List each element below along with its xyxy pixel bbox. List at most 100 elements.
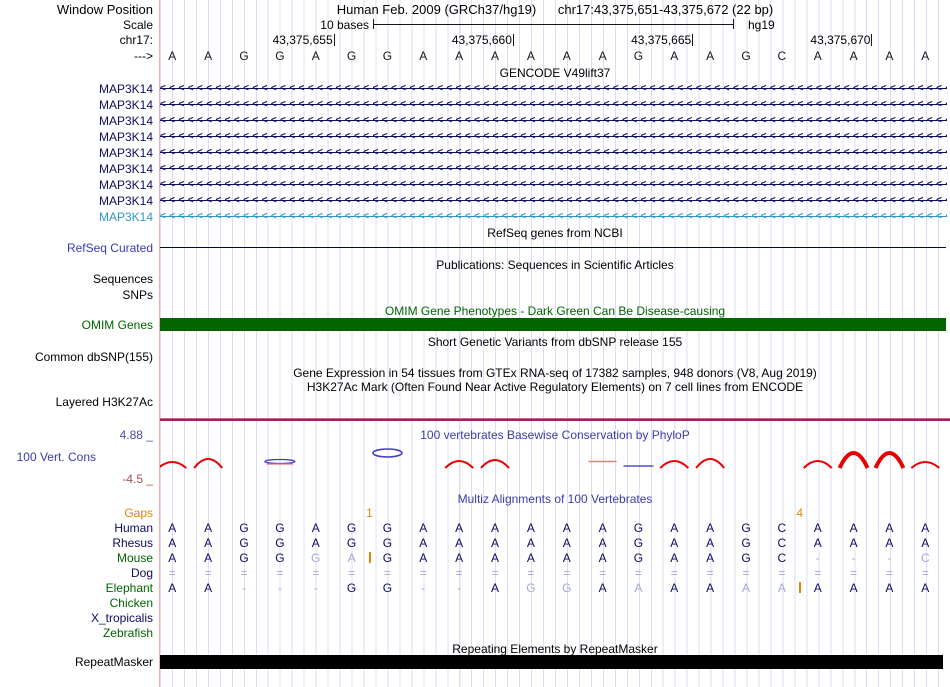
base-letter: A — [849, 49, 858, 63]
transcript-map3k14[interactable]: <<<<<<<<<<<<<<<<<<<<<<<<<<<<<<<<<<<<<<<<… — [160, 82, 947, 95]
transcript-map3k14[interactable]: <<<<<<<<<<<<<<<<<<<<<<<<<<<<<<<<<<<<<<<<… — [160, 130, 947, 143]
transcript-row: MAP3K14 <<<<<<<<<<<<<<<<<<<<<<<<<<<<<<<<<… — [0, 98, 950, 112]
aligned-base: A — [598, 581, 607, 595]
transcript-label[interactable]: MAP3K14 — [0, 130, 153, 144]
base-letter: G — [382, 49, 393, 63]
layered-h3k27ac-label[interactable]: Layered H3K27Ac — [0, 395, 153, 409]
dbsnp-title: Short Genetic Variants from dbSNP releas… — [427, 335, 683, 349]
coordinate-tick — [333, 34, 335, 46]
gaps-label[interactable]: Gaps — [0, 506, 153, 520]
species-label[interactable]: Chicken — [0, 596, 153, 610]
transcript-label[interactable]: MAP3K14 — [0, 82, 153, 96]
omim-gene-bar[interactable] — [160, 318, 946, 331]
transcript-label[interactable]: MAP3K14 — [0, 194, 153, 208]
strand-direction-label: ---> — [134, 49, 153, 63]
transcript-map3k14[interactable]: <<<<<<<<<<<<<<<<<<<<<<<<<<<<<<<<<<<<<<<<… — [160, 114, 947, 127]
gtex-title: Gene Expression in 54 tissues from GTEx … — [293, 366, 817, 380]
alignment-row-human[interactable]: Human A A G G A G G A A A A A A G A A G C A A A A — [0, 521, 950, 535]
alignment-row-elephant[interactable]: Elephant A A - - - G G - - A G G A A A A A A A A A A — [0, 581, 950, 595]
transcript-label[interactable]: MAP3K14 — [0, 98, 153, 112]
common-dbsnp-label[interactable]: Common dbSNP(155) — [0, 350, 153, 364]
base-letter: A — [419, 49, 428, 63]
transcript-row: MAP3K14 <<<<<<<<<<<<<<<<<<<<<<<<<<<<<<<<<… — [0, 130, 950, 144]
aligned-base: A — [419, 521, 428, 535]
aligned-base: - — [887, 551, 892, 565]
transcript-map3k14[interactable]: <<<<<<<<<<<<<<<<<<<<<<<<<<<<<<<<<<<<<<<<… — [160, 178, 947, 191]
aligned-base: G — [741, 536, 751, 550]
sequences-label[interactable]: Sequences — [0, 272, 153, 286]
aligned-base: G — [633, 521, 644, 535]
vert-cons-label[interactable]: 100 Vert. Cons — [0, 450, 96, 464]
dna-sequence[interactable]: AAGGAGGAAAAAAGAAGCAAAA — [160, 49, 950, 63]
alignment-row-chicken[interactable]: Chicken — [0, 596, 950, 610]
phylop-conservation-plot[interactable] — [160, 444, 950, 474]
species-label[interactable]: X_tropicalis — [0, 611, 153, 625]
transcript-label[interactable]: MAP3K14 — [0, 178, 153, 192]
insertion-marker — [368, 552, 371, 563]
phylop-arc-col15 — [659, 460, 690, 469]
alignment-row-rhesus[interactable]: Rhesus A A G G A G G A A A A A A G A A G C A A A A — [0, 536, 950, 550]
transcript-map3k14[interactable]: <<<<<<<<<<<<<<<<<<<<<<<<<<<<<<<<<<<<<<<<… — [160, 146, 947, 159]
refseq-curated-label[interactable]: RefSeq Curated — [0, 241, 153, 255]
alignment-row-zebrafish[interactable]: Zebrafish — [0, 626, 950, 640]
aligned-base: A — [204, 551, 213, 565]
scale-label[interactable]: Scale — [0, 18, 153, 32]
species-label[interactable]: Human — [0, 521, 153, 535]
species-label[interactable]: Dog — [0, 566, 153, 580]
alignment-row-mouse[interactable]: Mouse A A G G G A G A A A A A A G A A G C - - - C — [0, 551, 950, 565]
coordinate-label: 43,375,665 — [631, 33, 692, 47]
chromosome-label: chr17: — [119, 33, 153, 47]
aligned-base: = — [921, 566, 929, 580]
aligned-base: = — [419, 566, 427, 580]
species-label[interactable]: Mouse — [0, 551, 153, 565]
snps-label[interactable]: SNPs — [0, 288, 153, 302]
h3k27ac-signal-line[interactable] — [160, 418, 950, 421]
transcript-label[interactable]: MAP3K14 — [0, 146, 153, 160]
strand-arrows: <<<<<<<<<<<<<<<<<<<<<<<<<<<<<<<<<<<<<<<<… — [160, 147, 947, 158]
aligned-base: C — [777, 521, 787, 535]
alignment-row-x_tropicalis[interactable]: X_tropicalis — [0, 611, 950, 625]
aligned-base: A — [670, 551, 679, 565]
species-label[interactable]: Zebrafish — [0, 626, 153, 640]
phylop-arc-col22 — [910, 461, 940, 469]
refseq-gene-line[interactable] — [160, 247, 946, 248]
phylop-bigarc-col20 — [837, 451, 870, 469]
coordinate-tick — [871, 34, 873, 46]
aligned-base: A — [562, 521, 571, 535]
scale-ruler — [373, 19, 734, 29]
transcript-label[interactable]: MAP3K14 — [0, 114, 153, 128]
transcript-map3k14[interactable]: <<<<<<<<<<<<<<<<<<<<<<<<<<<<<<<<<<<<<<<<… — [160, 210, 947, 223]
omim-genes-label[interactable]: OMIM Genes — [0, 318, 153, 332]
alignment-row-dog[interactable]: Dog = = = = = = = = = = = = = = = = = = = = = = — [0, 566, 950, 580]
aligned-base: A — [670, 521, 679, 535]
phylop-arc-col1 — [160, 461, 187, 469]
repeatmasker-title: Repeating Elements by RepeatMasker — [452, 642, 658, 656]
transcript-label[interactable]: MAP3K14 — [0, 210, 153, 224]
transcript-row: MAP3K14 <<<<<<<<<<<<<<<<<<<<<<<<<<<<<<<<<… — [0, 146, 950, 160]
transcript-map3k14[interactable]: <<<<<<<<<<<<<<<<<<<<<<<<<<<<<<<<<<<<<<<<… — [160, 162, 947, 175]
aligned-base: = — [563, 566, 571, 580]
repeatmasker-bar[interactable] — [160, 655, 943, 669]
aligned-base: G — [633, 536, 644, 550]
transcript-map3k14[interactable]: <<<<<<<<<<<<<<<<<<<<<<<<<<<<<<<<<<<<<<<<… — [160, 98, 947, 111]
aligned-base: - — [457, 581, 462, 595]
aligned-base: A — [706, 551, 715, 565]
aligned-base: = — [814, 566, 822, 580]
aligned-base: A — [777, 581, 786, 595]
aligned-base: - — [421, 581, 426, 595]
phylop-flatlens-col4 — [264, 458, 296, 465]
window-position-label[interactable]: Window Position — [0, 3, 153, 17]
transcript-map3k14[interactable]: <<<<<<<<<<<<<<<<<<<<<<<<<<<<<<<<<<<<<<<<… — [160, 194, 947, 207]
species-label[interactable]: Rhesus — [0, 536, 153, 550]
aligned-base: G — [311, 551, 321, 565]
repeatmasker-label[interactable]: RepeatMasker — [0, 655, 153, 669]
base-letter: G — [741, 49, 751, 63]
base-letter: A — [455, 49, 464, 63]
gencode-title: GENCODE V49lift37 — [499, 66, 611, 80]
aligned-base: A — [706, 521, 715, 535]
species-label[interactable]: Elephant — [0, 581, 153, 595]
base-letter: G — [239, 49, 249, 63]
transcript-label[interactable]: MAP3K14 — [0, 162, 153, 176]
base-letter: A — [885, 49, 894, 63]
aligned-base: = — [383, 566, 391, 580]
